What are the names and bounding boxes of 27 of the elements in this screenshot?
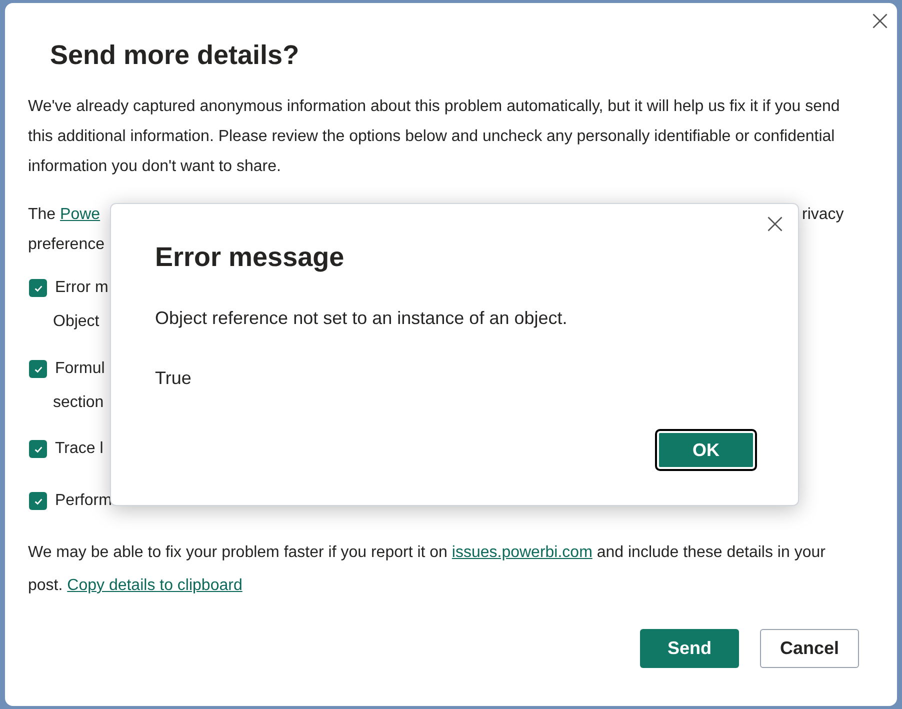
error-message: Object reference not set to an instance of an object. <box>155 307 568 330</box>
privacy-link[interactable]: Powe <box>60 206 100 223</box>
checkbox[interactable] <box>29 279 47 297</box>
privacy-text: rivacy <box>802 205 844 225</box>
dialog-title: Send more details? <box>50 39 300 72</box>
checkbox[interactable] <box>29 360 47 378</box>
option-detail: Object <box>52 312 100 332</box>
intro-text: We've already captured anonymous information about this problem automatically, but it will help us fix it if you send this additional information. Please review the options below and uncheck any personally identifiable or confidential information you don't want to share. <box>28 97 841 177</box>
option-label: Formul <box>55 359 105 379</box>
cancel-button[interactable]: Cancel <box>760 629 859 668</box>
option-label: Perform <box>55 491 112 511</box>
checkbox[interactable] <box>29 440 47 458</box>
footer-text: We may be able to fix your problem faster if you report it on issues.powerbi.com and include these details in your post. Copy details to clipboard <box>28 543 826 596</box>
error-title: Error message <box>155 241 344 274</box>
close-icon[interactable] <box>766 215 784 233</box>
option-label: Trace l <box>55 439 104 459</box>
send-button[interactable]: Send <box>640 629 739 668</box>
checkbox[interactable] <box>29 492 47 510</box>
privacy-text: preference <box>28 235 104 255</box>
close-icon[interactable] <box>871 12 889 30</box>
error-detail: True <box>155 367 192 390</box>
issues-link[interactable]: issues.powerbi.com <box>452 544 592 561</box>
option-label: Error m <box>55 278 108 298</box>
option-detail: section <box>52 393 105 413</box>
copy-link[interactable]: Copy details to clipboard <box>67 577 242 594</box>
privacy-text: The <box>28 206 57 223</box>
ok-button[interactable]: OK <box>657 431 755 469</box>
